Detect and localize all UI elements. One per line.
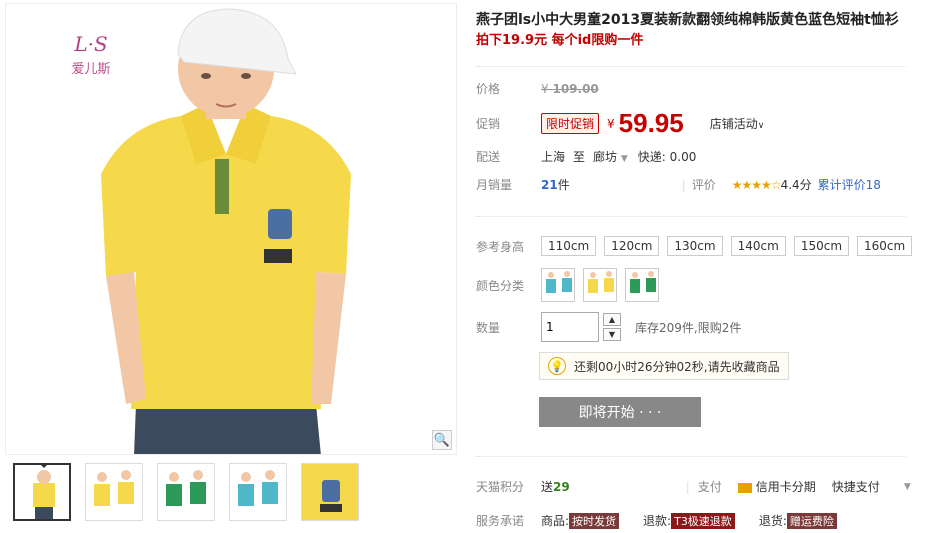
color-label: 颜色分类: [476, 278, 525, 293]
brand-name: 爱儿斯: [71, 62, 111, 77]
color-options: [541, 268, 659, 302]
goods-label: 商品:: [541, 514, 570, 528]
sales-count: 21: [541, 177, 558, 192]
shop-activity-label: 店铺活动: [709, 117, 758, 131]
credit-installment[interactable]: 信用卡分期: [737, 478, 816, 495]
promo-tag: 限时促销: [541, 113, 600, 134]
product-info: 燕子团ls小中大男童2013夏装新款翻领纯棉韩版黄色蓝色短袖t恤衫 拍下19.9…: [476, 10, 926, 529]
height-row: 参考身高 110cm 120cm 130cm 140cm 150cm 160cm: [476, 236, 913, 256]
color-option-yellow[interactable]: [583, 268, 617, 302]
sales-label: 月销量: [476, 178, 513, 192]
height-option[interactable]: 160cm: [857, 236, 913, 256]
rating-label: 评价: [691, 178, 716, 192]
thumbnail-2[interactable]: [85, 463, 143, 521]
brand-emblem: L·S: [74, 32, 108, 56]
height-option[interactable]: 120cm: [604, 236, 660, 256]
divider: [476, 66, 906, 67]
height-option[interactable]: 110cm: [541, 236, 597, 256]
caret-down-icon[interactable]: ▼: [904, 482, 911, 492]
quantity-row: 数量 ▲ ▼ 库存209件,限购2件: [476, 312, 741, 342]
thumbnail-1[interactable]: [13, 463, 71, 521]
countdown-notice: 💡 还剩00小时26分钟02秒,请先收藏商品: [539, 352, 789, 380]
credit-label: 信用卡分期: [755, 480, 816, 494]
start-soon-button[interactable]: 即将开始 · · ·: [539, 397, 701, 427]
return-badge[interactable]: 赠运费险: [786, 512, 837, 529]
rating-stars: ★★★★☆: [731, 177, 782, 192]
chevron-down-icon: ∨: [757, 121, 765, 131]
height-option[interactable]: 130cm: [667, 236, 723, 256]
return-label: 退货:: [758, 514, 787, 528]
promo-label: 促销: [476, 117, 501, 131]
stock-info: 库存209件,限购2件: [635, 320, 742, 335]
refund-label: 退款:: [643, 514, 672, 528]
caret-down-icon: ▼: [620, 154, 628, 164]
promo-price: 59.95: [618, 108, 684, 138]
price-label: 价格: [476, 82, 501, 96]
points-prefix: 送: [541, 480, 554, 494]
divider: [476, 456, 906, 457]
shipping-label: 配送: [476, 150, 501, 164]
sales-unit: 件: [557, 178, 570, 192]
button-row: 即将开始 · · ·: [539, 397, 701, 427]
sales-row: 月销量 21 件 | 评价 ★★★★☆ 4.4分 累计评价18: [476, 176, 881, 193]
original-price-value: 109.00: [552, 81, 599, 96]
yen-sign: ¥: [541, 81, 549, 96]
separator: |: [685, 479, 690, 494]
original-price: ¥ 109.00: [541, 82, 599, 96]
chevron-down-icon[interactable]: ▼: [603, 328, 621, 341]
thumbnail-strip: [13, 463, 453, 525]
zoom-icon[interactable]: 🔍: [432, 430, 452, 450]
color-row: 颜色分类: [476, 268, 659, 302]
promo-row: 促销 限时促销 ¥ 59.95 店铺活动∨: [476, 108, 764, 139]
height-options: 110cm 120cm 130cm 140cm 150cm 160cm: [541, 236, 913, 256]
chevron-up-icon[interactable]: ▲: [603, 313, 621, 326]
quick-pay[interactable]: 快捷支付: [832, 478, 880, 495]
product-gallery: L·S 爱儿斯 🔍: [5, 3, 457, 529]
ship-from: 上海: [541, 150, 566, 164]
goods-badge[interactable]: 按时发货: [569, 512, 620, 529]
height-option[interactable]: 140cm: [730, 236, 786, 256]
credit-card-icon: [737, 482, 752, 493]
points-row: 天猫积分 送 29 | 支付 信用卡分期 快捷支付 ▼: [476, 478, 911, 495]
yen-sign: ¥: [607, 116, 615, 131]
pay-label: 支付: [697, 480, 722, 494]
express-fee: 快递: 0.00: [637, 150, 697, 164]
rating-score: 4.4分: [780, 178, 812, 192]
refund-badge[interactable]: T3极速退款: [671, 512, 735, 529]
points-label: 天猫积分: [476, 480, 525, 494]
ship-to-word: 至: [573, 150, 586, 164]
product-title: 燕子团ls小中大男童2013夏装新款翻领纯棉韩版黄色蓝色短袖t恤衫: [476, 12, 899, 28]
quantity-stepper: ▲ ▼: [603, 313, 621, 341]
thumbnail-5[interactable]: [301, 463, 359, 521]
color-option-green[interactable]: [625, 268, 659, 302]
ship-to: 廊坊: [593, 150, 618, 164]
brand-logo: L·S 爱儿斯: [26, 32, 156, 92]
thumbnail-4[interactable]: [229, 463, 287, 521]
shipping-row: 配送 上海 至 廊坊 ▼ 快递: 0.00: [476, 148, 696, 165]
thumbnail-3[interactable]: [157, 463, 215, 521]
height-label: 参考身高: [476, 239, 525, 254]
divider: [476, 216, 906, 217]
color-option-blue[interactable]: [541, 268, 575, 302]
notice-row: 💡 还剩00小时26分钟02秒,请先收藏商品: [539, 352, 789, 380]
service-label: 服务承诺: [476, 514, 525, 528]
reviews-link[interactable]: 累计评价18: [818, 176, 881, 193]
separator: |: [681, 177, 686, 192]
quantity-input[interactable]: [541, 312, 599, 342]
countdown-text: 还剩00小时26分钟02秒,请先收藏商品: [574, 359, 780, 374]
shop-activity-dropdown[interactable]: 店铺活动∨: [710, 115, 765, 132]
product-subtitle: 拍下19.9元 每个id限购一件: [476, 33, 644, 48]
main-product-image[interactable]: L·S 爱儿斯 🔍: [5, 3, 457, 455]
height-option[interactable]: 150cm: [793, 236, 850, 256]
service-row: 服务承诺 商品: 按时发货 退款: T3极速退款 退货: 赠运费险: [476, 512, 837, 529]
points-value: 29: [553, 479, 570, 494]
price-row: 价格 ¥ 109.00: [476, 80, 599, 97]
lightbulb-icon: 💡: [548, 357, 566, 375]
quantity-label: 数量: [476, 320, 501, 335]
product-page: L·S 爱儿斯 🔍 燕子团ls小中大男童2013夏装新款翻领纯棉韩版黄色蓝色短袖…: [0, 0, 930, 533]
ship-to-dropdown[interactable]: 廊坊 ▼: [593, 148, 628, 165]
